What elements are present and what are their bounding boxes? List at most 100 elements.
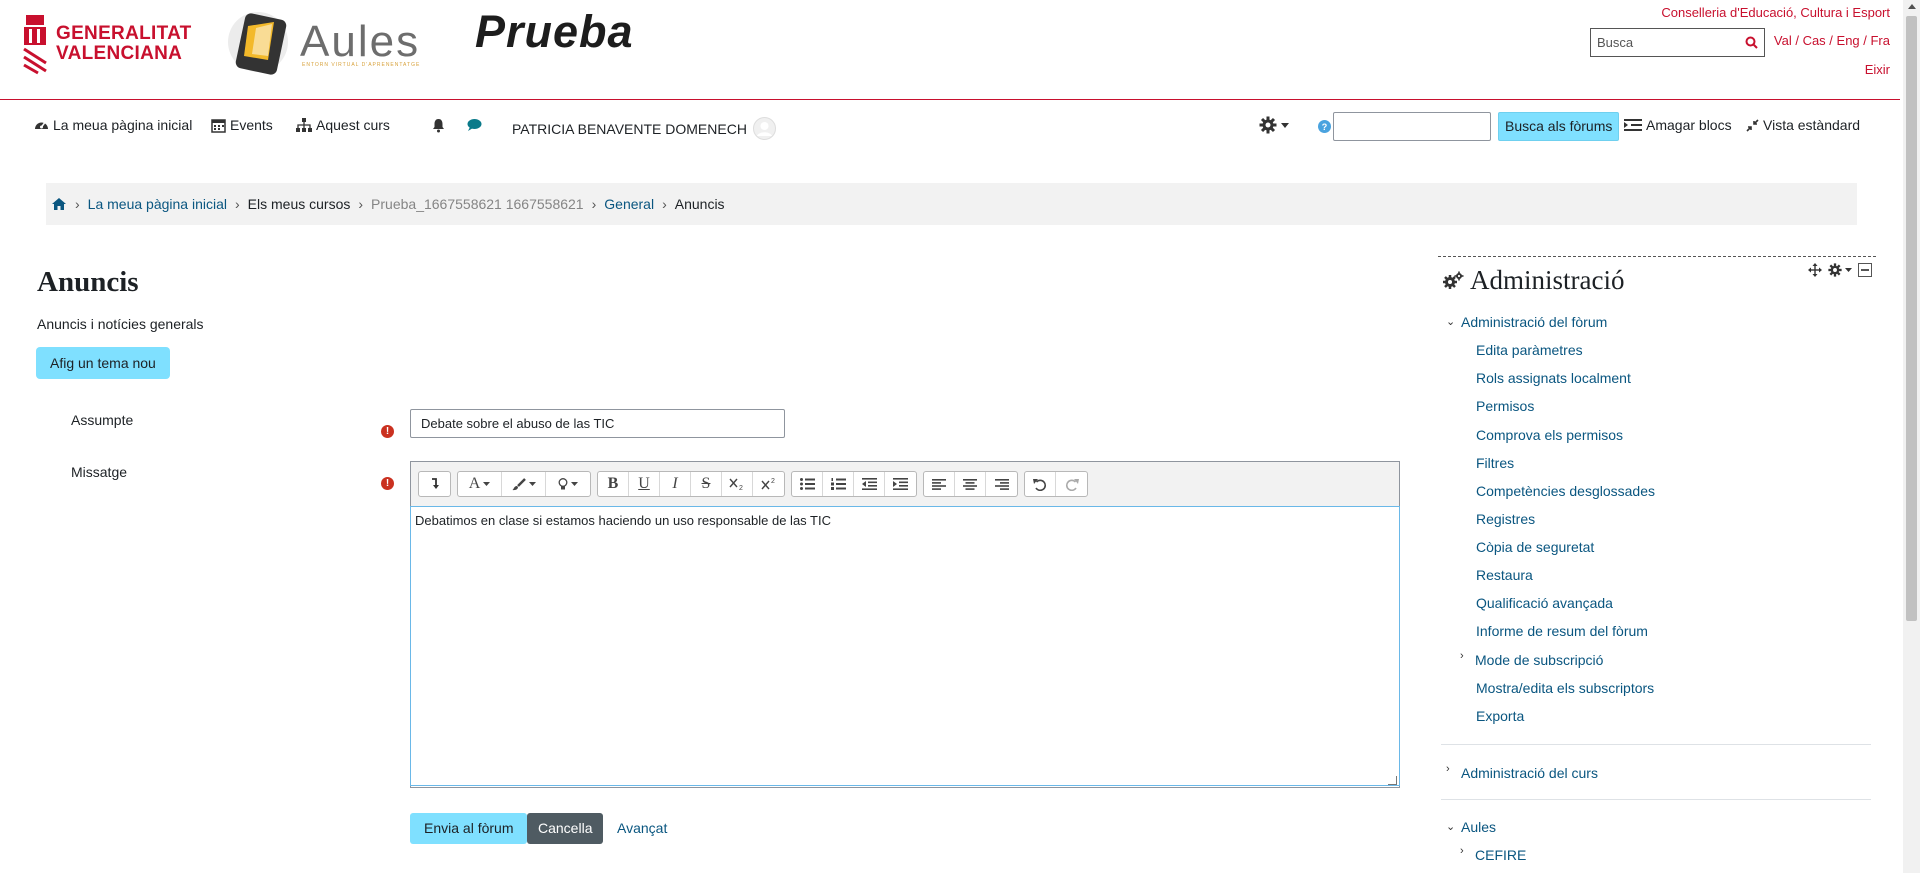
resize-handle[interactable] bbox=[1388, 776, 1397, 785]
tree-permissions[interactable]: Permisos bbox=[1476, 398, 1534, 414]
standard-view-button[interactable]: Vista estàndard bbox=[1746, 117, 1860, 133]
required-icon: ! bbox=[381, 477, 394, 490]
chevron-right-icon[interactable]: › bbox=[1446, 763, 1450, 775]
nav-events-label: Events bbox=[230, 117, 273, 133]
message-textarea[interactable]: Debatimos en clase si estamos haciendo u… bbox=[410, 506, 1400, 786]
user-menu[interactable]: PATRICIA BENAVENTE DOMENECH bbox=[512, 117, 780, 140]
site-search-input[interactable] bbox=[1597, 35, 1737, 50]
home-icon[interactable] bbox=[51, 197, 67, 211]
move-arrows-icon[interactable] bbox=[1808, 263, 1822, 277]
exit-link[interactable]: Eixir bbox=[1865, 62, 1890, 77]
tree-course-admin[interactable]: Administració del curs bbox=[1461, 765, 1598, 781]
hide-blocks-button[interactable]: Amagar blocs bbox=[1624, 117, 1732, 133]
scrollbar-thumb[interactable] bbox=[1906, 16, 1917, 621]
tree-subscribers[interactable]: Mostra/edita els subscriptors bbox=[1476, 680, 1654, 696]
tree-divider bbox=[1441, 799, 1871, 800]
align-center-button[interactable] bbox=[955, 472, 986, 496]
nav-course[interactable]: Aquest curs bbox=[296, 117, 390, 133]
underline-button[interactable]: U bbox=[629, 472, 660, 496]
tree-backup[interactable]: Còpia de seguretat bbox=[1476, 539, 1594, 555]
conselleria-link[interactable]: Conselleria d'Educació, Cultura i Esport bbox=[1661, 5, 1890, 20]
cogs-icon bbox=[1443, 271, 1464, 289]
outdent-list-icon bbox=[1624, 119, 1642, 131]
help-question-icon[interactable]: ? bbox=[1318, 120, 1331, 133]
undo-button[interactable] bbox=[1025, 472, 1056, 496]
tree-aules[interactable]: Aules bbox=[1461, 819, 1496, 835]
align-right-button[interactable] bbox=[986, 472, 1017, 496]
paintbrush-icon bbox=[512, 477, 526, 490]
superscript-button[interactable]: 2 bbox=[753, 472, 784, 496]
align-left-button[interactable] bbox=[924, 472, 955, 496]
tree-competencies[interactable]: Competències desglossades bbox=[1476, 483, 1655, 499]
subject-input[interactable] bbox=[410, 409, 785, 438]
unordered-list-button[interactable] bbox=[792, 472, 823, 496]
generalitat-logo[interactable]: GENERALITAT VALENCIANA bbox=[22, 13, 192, 75]
italic-button[interactable]: I bbox=[660, 472, 691, 496]
breadcrumb-home[interactable]: La meua pàgina inicial bbox=[88, 196, 227, 212]
search-forums-button[interactable]: Busca als fòrums bbox=[1498, 112, 1620, 141]
language-switcher[interactable]: Val / Cas / Eng / Fra bbox=[1774, 33, 1890, 48]
numbered-list-icon bbox=[830, 478, 846, 490]
standard-view-label: Vista estàndard bbox=[1763, 117, 1861, 133]
tree-forum-summary[interactable]: Informe de resum del fòrum bbox=[1476, 623, 1648, 639]
toolbar-group-style: A bbox=[457, 471, 591, 497]
chevron-down-icon[interactable]: ⌄ bbox=[1446, 315, 1455, 328]
tree-logs[interactable]: Registres bbox=[1476, 511, 1535, 527]
redo-button[interactable] bbox=[1056, 472, 1087, 496]
strikethrough-button[interactable]: S bbox=[691, 472, 722, 496]
subscript-button[interactable]: 2 bbox=[722, 472, 753, 496]
avatar bbox=[752, 117, 776, 140]
bold-button[interactable]: B bbox=[598, 472, 629, 496]
svg-text:2: 2 bbox=[739, 485, 743, 491]
search-icon[interactable] bbox=[1745, 36, 1758, 49]
tree-cefire[interactable]: CEFIRE bbox=[1475, 847, 1526, 863]
dashboard-icon bbox=[35, 122, 48, 129]
forum-search-input[interactable] bbox=[1333, 112, 1491, 141]
forum-description: Anuncis i notícies generals bbox=[37, 316, 204, 332]
tree-edit-settings[interactable]: Edita paràmetres bbox=[1476, 342, 1583, 358]
chevron-right-icon[interactable]: › bbox=[1460, 650, 1464, 662]
breadcrumb-separator: › bbox=[235, 196, 240, 212]
breadcrumb-current: Anuncis bbox=[674, 196, 725, 212]
notifications-bell-icon[interactable] bbox=[432, 118, 445, 133]
settings-menu[interactable] bbox=[1259, 116, 1289, 134]
tree-forum-admin[interactable]: Administració del fòrum bbox=[1461, 314, 1607, 330]
font-color-button[interactable] bbox=[502, 472, 546, 496]
aules-logo[interactable]: Aules ENTORN VIRTUAL D'APRENENTATGE bbox=[228, 8, 420, 76]
tablet-book-icon bbox=[228, 12, 288, 75]
toolbar-group-history bbox=[1024, 471, 1088, 497]
site-title: Prueba bbox=[475, 6, 634, 57]
highlight-button[interactable] bbox=[546, 472, 590, 496]
add-topic-button[interactable]: Afig un tema nou bbox=[36, 347, 170, 379]
ordered-list-button[interactable] bbox=[823, 472, 854, 496]
advanced-link[interactable]: Avançat bbox=[617, 820, 667, 836]
collapse-toolbar-button[interactable] bbox=[419, 472, 450, 496]
submit-button[interactable]: Envia al fòrum bbox=[410, 813, 528, 844]
tree-restore[interactable]: Restaura bbox=[1476, 567, 1533, 583]
tree-export[interactable]: Exporta bbox=[1476, 708, 1524, 724]
breadcrumb-general[interactable]: General bbox=[604, 196, 654, 212]
messages-chat-icon[interactable] bbox=[467, 118, 482, 132]
outdent-icon bbox=[861, 478, 877, 490]
nav-events[interactable]: Events bbox=[211, 117, 273, 133]
tree-subscription-mode[interactable]: Mode de subscripció bbox=[1475, 652, 1603, 668]
collapse-block-icon[interactable] bbox=[1858, 263, 1872, 277]
scroll-up-arrow-icon[interactable] bbox=[1908, 4, 1916, 9]
navbar: La meua pàgina inicial Events Aquest cur… bbox=[0, 101, 1900, 151]
tree-filters[interactable]: Filtres bbox=[1476, 455, 1514, 471]
nav-home[interactable]: La meua pàgina inicial bbox=[34, 117, 192, 133]
block-settings-menu[interactable] bbox=[1828, 263, 1852, 277]
align-right-icon bbox=[994, 478, 1009, 490]
chevron-right-icon[interactable]: › bbox=[1460, 845, 1464, 857]
outdent-button[interactable] bbox=[854, 472, 885, 496]
cancel-button[interactable]: Cancella bbox=[527, 813, 604, 844]
tree-advanced-grading[interactable]: Qualificació avançada bbox=[1476, 595, 1613, 611]
indent-button[interactable] bbox=[885, 472, 916, 496]
chevron-down-icon[interactable]: ⌄ bbox=[1446, 820, 1455, 833]
font-style-button[interactable]: A bbox=[458, 472, 502, 496]
tree-local-roles[interactable]: Rols assignats localment bbox=[1476, 370, 1631, 386]
compress-arrows-icon bbox=[1746, 118, 1759, 132]
tree-check-permissions[interactable]: Comprova els permisos bbox=[1476, 427, 1623, 443]
page-scrollbar[interactable] bbox=[1903, 0, 1920, 873]
breadcrumb-course[interactable]: Prueba_1667558621 1667558621 bbox=[371, 196, 584, 212]
